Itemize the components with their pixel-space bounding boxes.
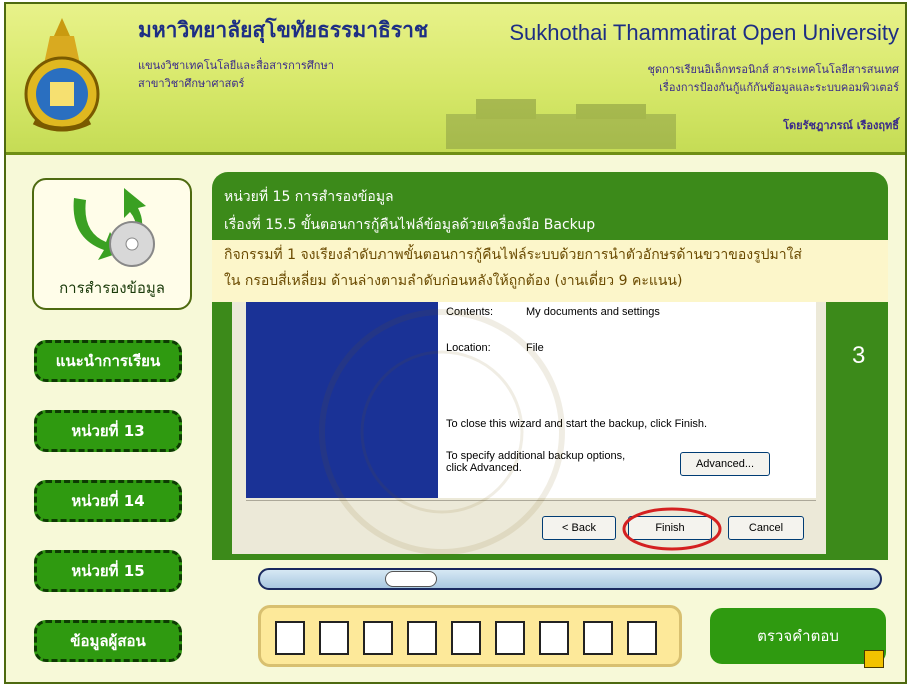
step-progress-bar[interactable] [258,568,882,590]
check-answer-button[interactable]: ตรวจคำตอบ [710,608,886,664]
answer-slot[interactable] [495,621,525,655]
nav-unit-14-button[interactable]: หน่วยที่ 14 [34,480,182,522]
speaker-icon[interactable] [864,650,884,668]
answer-slot[interactable] [627,621,657,655]
page-frame: มหาวิทยาลัยสุโขทัยธรรมาธิราช แขนงวิชาเทค… [4,2,907,684]
topic-card-label: การสำรองข้อมูล [59,279,165,297]
backup-disc-icon [73,188,155,267]
nav-unit-15-label: หน่วยที่ 15 [71,562,145,580]
image-number: 3 [852,342,866,369]
topic-card: การสำรองข้อมูล [32,178,192,310]
finish-highlight-circle [622,507,722,551]
wizard-summary-panel: Contents: My documents and settings Loca… [438,302,816,498]
answer-slot[interactable] [319,621,349,655]
wizard-screenshot: Contents: My documents and settings Loca… [232,302,826,554]
faculty-line-2: สาขาวิชาศึกษาศาสตร์ [138,77,245,90]
faculty-line-1: แขนงวิชาเทคโนโลยีและสื่อสารการศึกษา [138,59,334,72]
button-separator [246,500,816,501]
nav-unit-13-button[interactable]: หน่วยที่ 13 [34,410,182,452]
contents-label: Contents: [446,306,494,318]
nav-intro-button[interactable]: แนะนำการเรียน [34,340,182,382]
answer-slot[interactable] [583,621,613,655]
topic-title: เรื่องที่ 15.5 ขั้นตอนการกู้คืนไฟล์ข้อมู… [224,217,596,233]
university-seal-icon [24,18,100,132]
answer-slot[interactable] [539,621,569,655]
contents-value: My documents and settings [526,306,660,318]
answer-slot[interactable] [451,621,481,655]
cancel-button[interactable]: Cancel [728,516,804,540]
answer-slot[interactable] [275,621,305,655]
nav-instructor-button[interactable]: ข้อมูลผู้สอน [34,620,182,662]
advanced-instruction-1: To specify additional backup options, [446,450,626,462]
location-label: Location: [446,342,491,354]
advanced-button[interactable]: Advanced... [680,452,770,476]
unit-title: หน่วยที่ 15 การสำรองข้อมูล [224,189,394,205]
nav-intro-label: แนะนำการเรียน [55,352,161,370]
activity-instruction-2: ใน กรอบสี่เหลี่ยม ด้านล่างตามลำดับก่อนหล… [224,273,683,289]
progress-knob[interactable] [385,571,437,587]
header-banner: มหาวิทยาลัยสุโขทัยธรรมาธิราช แขนงวิชาเทค… [6,4,905,155]
activity-instruction-1: กิจกรรมที่ 1 จงเรียงลำดับภาพขั้นตอนการกู… [224,247,802,263]
location-value: File [526,342,544,354]
university-name-en: Sukhothai Thammatirat Open University [509,20,899,45]
nav-unit-14-label: หน่วยที่ 14 [71,492,145,510]
back-button[interactable]: < Back [542,516,616,540]
answer-slot[interactable] [363,621,393,655]
course-line-2: เรื่องการป้องกันกู้แก้กันข้อมูลและระบบคอ… [659,81,899,94]
wizard-side-panel [246,302,438,498]
answer-slot[interactable] [407,621,437,655]
building-image [446,99,676,149]
nav-instructor-label: ข้อมูลผู้สอน [70,632,146,650]
close-instruction: To close this wizard and start the backu… [446,418,708,430]
university-name-th: มหาวิทยาลัยสุโขทัยธรรมาธิราช [138,17,429,42]
nav-unit-15-button[interactable]: หน่วยที่ 15 [34,550,182,592]
author-credit: โดยรัชฎาภรณ์ เรืองฤทธิ์ [783,119,899,132]
check-answer-label: ตรวจคำตอบ [757,627,839,645]
advanced-instruction-2: click Advanced. [446,462,522,474]
nav-unit-13-label: หน่วยที่ 13 [71,422,145,440]
course-line-1: ชุดการเรียนอิเล็กทรอนิกส์ สาระเทคโนโลยีส… [647,63,899,76]
answer-box [258,605,682,667]
